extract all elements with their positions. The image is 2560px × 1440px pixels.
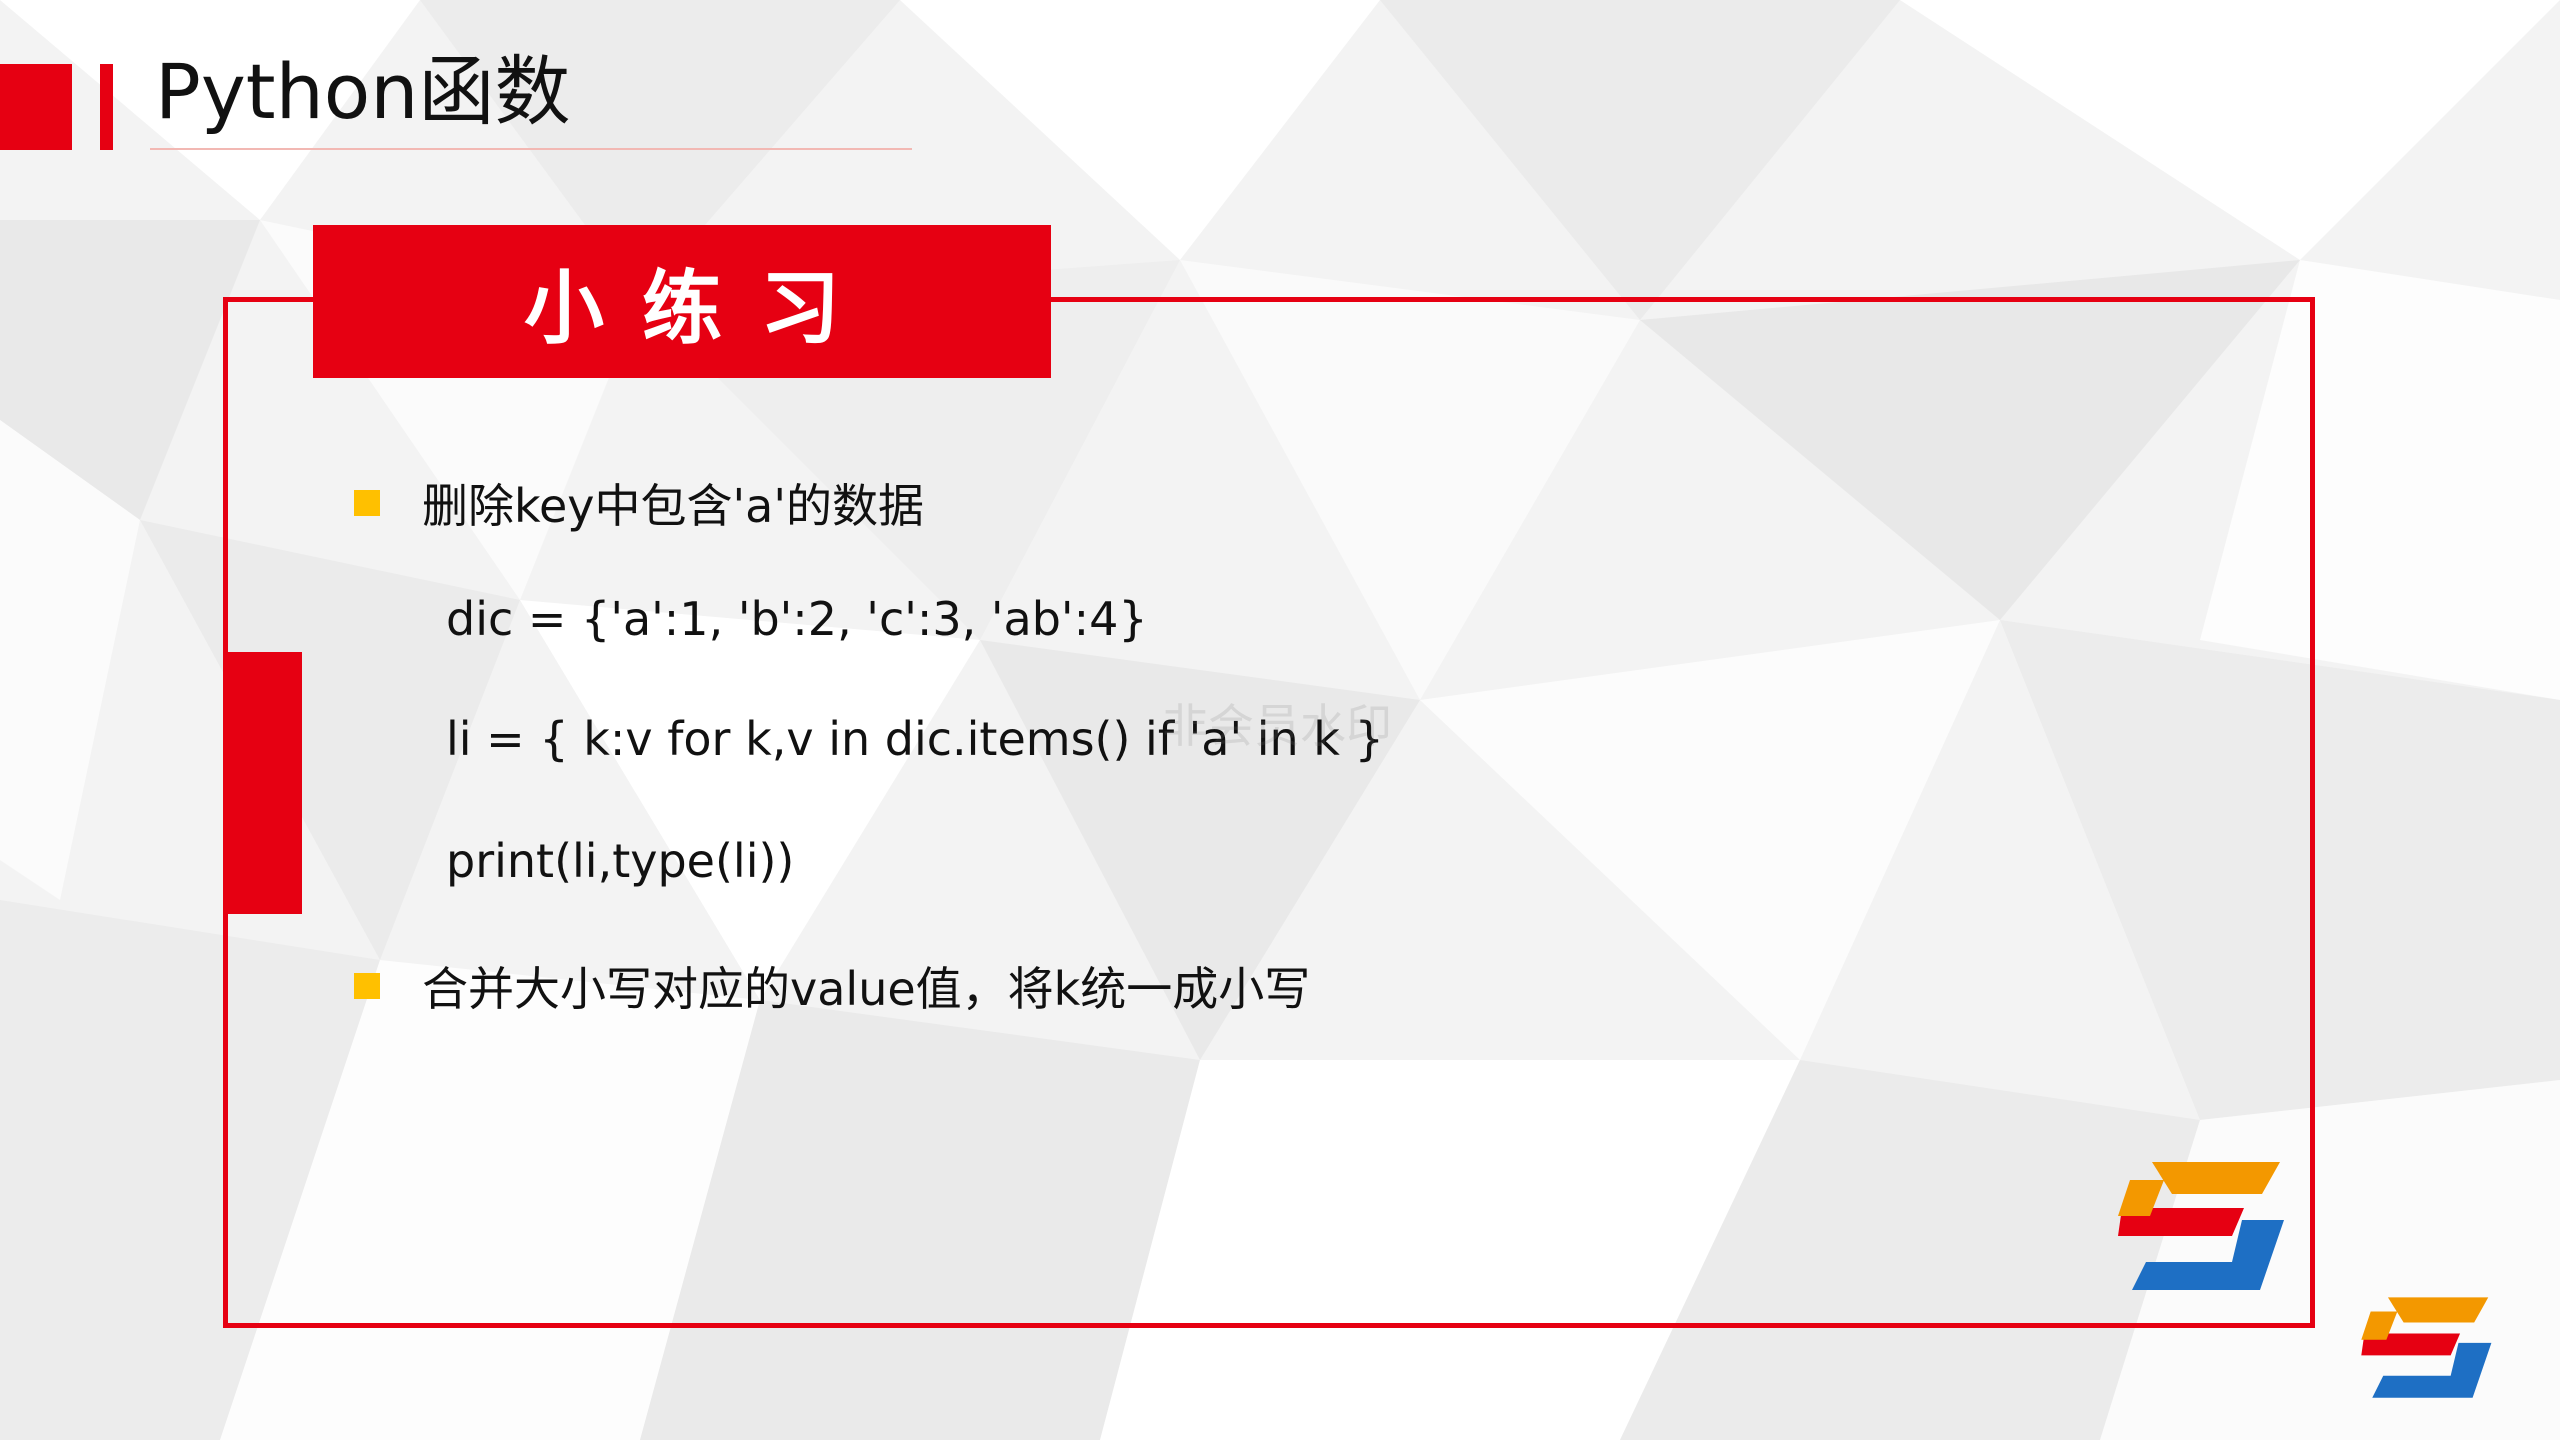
square-bullet-icon xyxy=(354,973,380,999)
content-frame xyxy=(223,297,2315,1328)
logo-icon xyxy=(2118,1162,2284,1290)
square-bullet-icon xyxy=(354,490,380,516)
bullet-text-1: 删除key中包含'a'的数据 xyxy=(422,479,925,533)
logo-icon xyxy=(2361,1297,2492,1398)
code-line-1: dic = {'a':1, 'b':2, 'c':3, 'ab':4} xyxy=(446,592,1148,646)
title-accent-bar xyxy=(100,64,113,150)
watermark: 非会员水印 xyxy=(1162,699,1392,753)
code-line-3: print(li,type(li)) xyxy=(446,834,795,888)
exercise-header: 小练习 xyxy=(524,261,878,355)
title-accent-block xyxy=(0,64,72,150)
title-underline xyxy=(150,148,912,150)
page-title: Python函数 xyxy=(155,47,571,136)
bullet-text-2: 合并大小写对应的value值，将k统一成小写 xyxy=(422,962,1311,1016)
frame-side-accent xyxy=(223,652,302,914)
exercise-header-box: 小练习 xyxy=(313,225,1051,378)
